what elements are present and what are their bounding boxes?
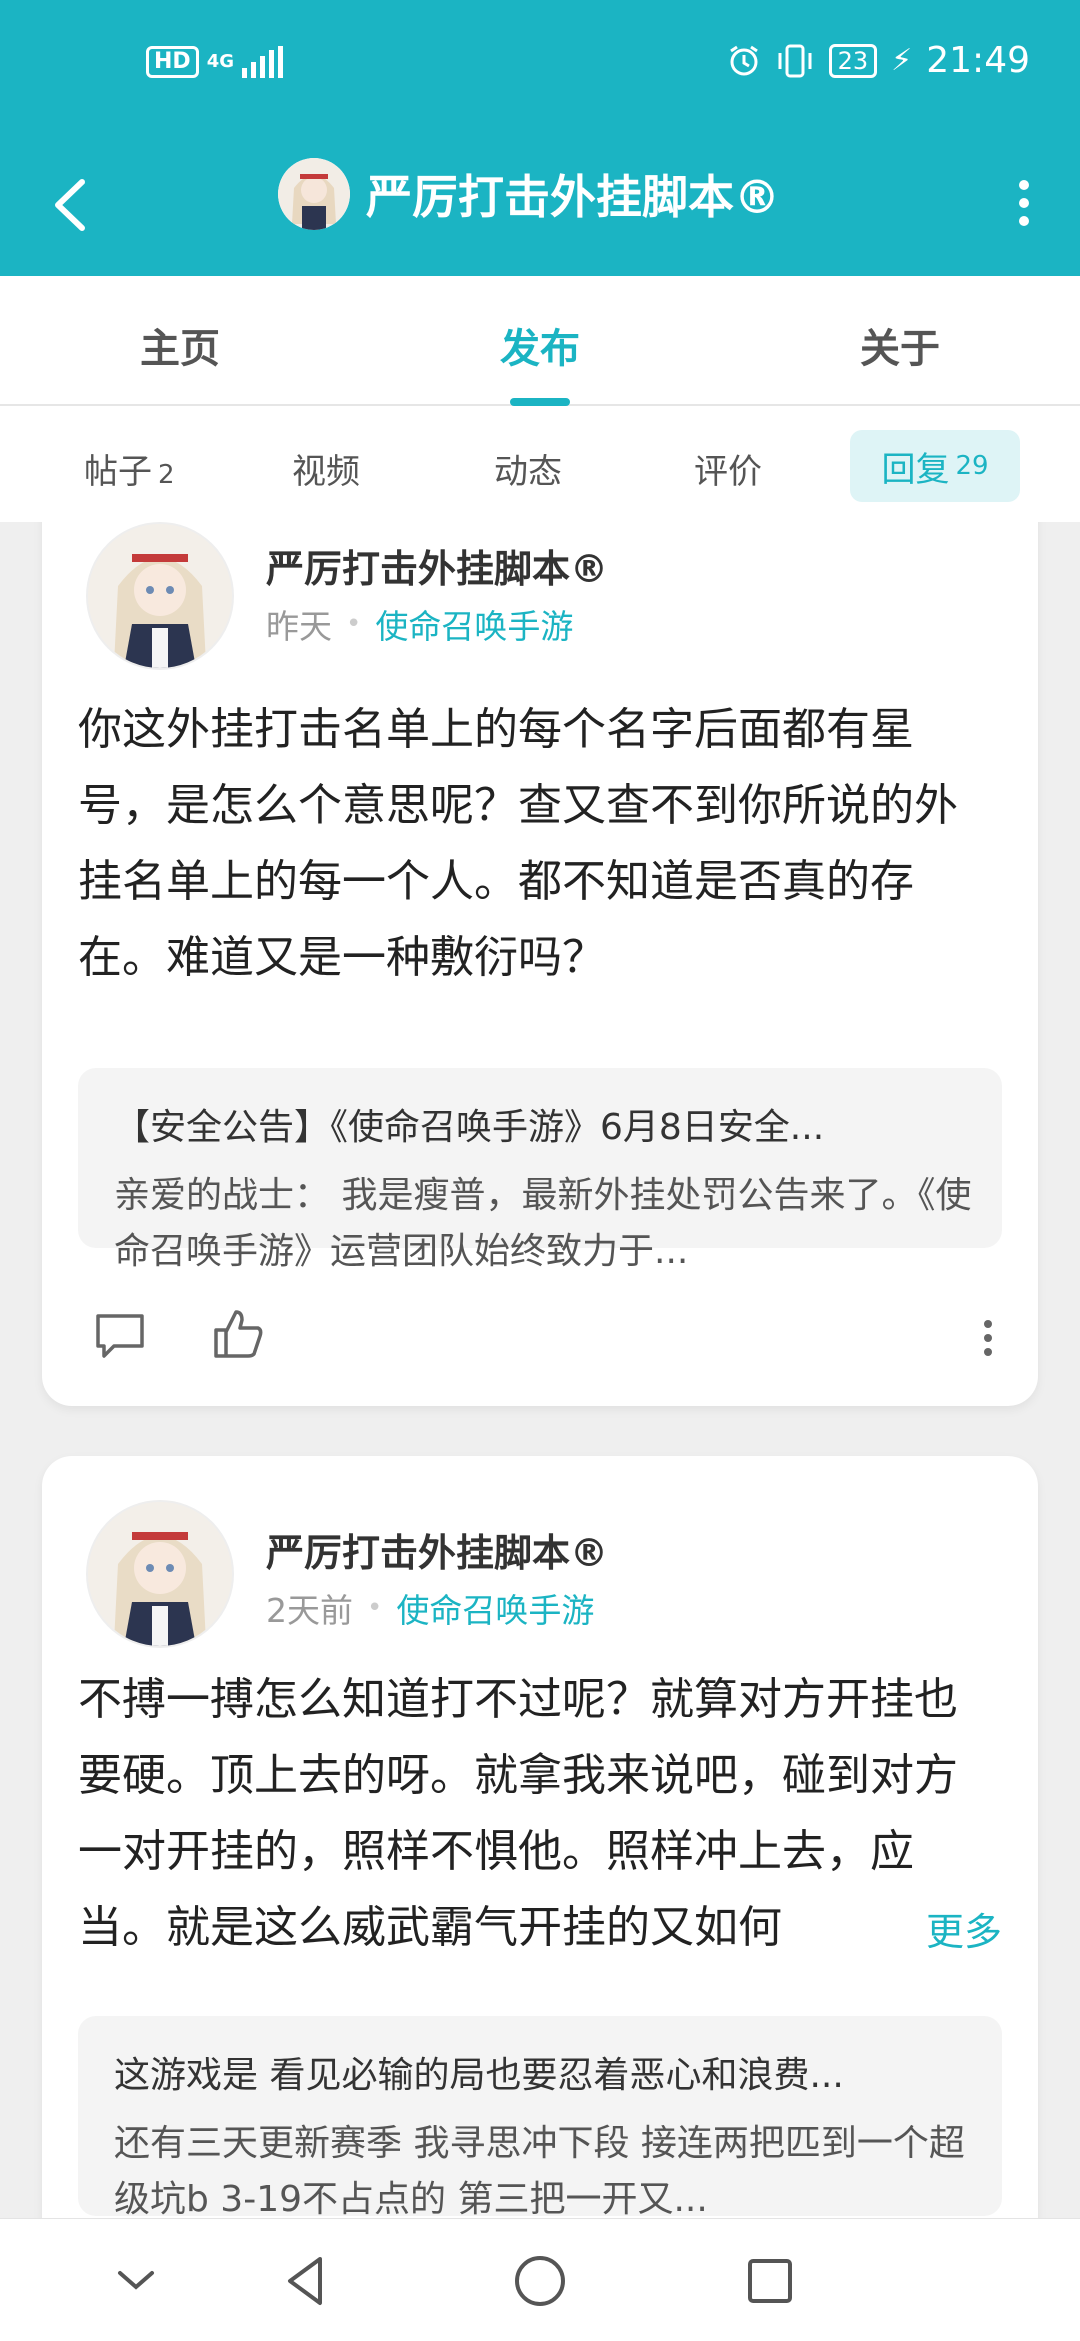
signal-icon [242,46,283,78]
game-tag[interactable]: 使命召唤手游 [396,1584,594,1632]
game-tag[interactable]: 使命召唤手游 [375,600,573,648]
quoted-post[interactable]: 这游戏是 看见必输的局也要忍着恶心和浪费... 还有三天更新赛季 我寻思冲下段 … [78,2016,1002,2218]
subtab-videos[interactable]: 视频 [292,444,360,493]
reply-body[interactable]: 你这外挂打击名单上的每个名字后面都有星号，是怎么个意思呢？查又查不到你所说的外挂… [78,692,998,996]
recents-nav-icon[interactable] [740,2251,800,2311]
expand-more-link[interactable]: 更多 [865,1894,1002,1970]
subtab-replies[interactable]: 回复 29 [850,430,1020,502]
network-indicators: HD 4G [146,46,283,78]
system-indicators: 23 ⚡ 21:49 [727,40,1030,81]
home-nav-icon[interactable] [510,2251,570,2311]
battery-icon: 23 [828,43,878,78]
card-more-icon[interactable] [958,1308,1018,1368]
system-nav-bar [0,2218,1080,2341]
author-avatar[interactable] [86,522,234,670]
subtab-posts[interactable]: 帖子 2 [84,444,175,493]
active-tab-indicator [510,398,570,406]
quoted-post-excerpt: 亲爱的战士： 我是瘦普，最新外挂处罚公告来了。《使命召唤手游》运营团队始终致力于… [114,1175,972,1272]
page-header: 严厉打击外挂脚本® [0,130,1080,276]
tab-about[interactable]: 关于 [860,316,940,374]
subtab-reviews[interactable]: 评价 [694,444,762,493]
hd-icon: HD [146,46,199,78]
chevron-down-icon[interactable] [106,2251,166,2311]
post-time: 2天前 [266,1591,353,1630]
subtab-replies-label: 回复 [881,449,950,490]
quoted-post[interactable]: 【安全公告】《使命召唤手游》6月8日安全... 亲爱的战士： 我是瘦普，最新外挂… [78,1068,1002,1272]
post-meta: 昨天 • 使命召唤手游 [266,600,573,648]
reply-card[interactable]: 严厉打击外挂脚本® 昨天 • 使命召唤手游 你这外挂打击名单上的每个名字后面都有… [42,522,1038,1406]
meta-separator: • [346,609,362,639]
post-time: 昨天 [266,607,332,646]
tab-publish[interactable]: 发布 [500,316,580,374]
author-name[interactable]: 严厉打击外挂脚本® [266,1522,608,1577]
tab-home[interactable]: 主页 [140,316,220,374]
page-title: 严厉打击外挂脚本® [366,170,780,224]
main-tab-bar: 主页 发布 关于 [0,276,1080,406]
user-avatar[interactable] [278,158,350,230]
quoted-post-title: 这游戏是 看见必输的局也要忍着恶心和浪费... [114,2055,844,2096]
back-icon[interactable] [44,170,104,240]
comment-icon[interactable] [90,1306,150,1366]
back-nav-icon[interactable] [278,2251,338,2311]
sub-tab-bar: 帖子 2 视频 动态 评价 回复 29 [0,406,1080,522]
network-type: 4G [206,51,234,72]
quoted-post-excerpt: 还有三天更新赛季 我寻思冲下段 接连两把匹到一个超级坑b 3-19不占点的 第三… [114,2123,965,2218]
charging-icon: ⚡ [891,43,913,78]
more-options-icon[interactable] [1012,168,1036,238]
reply-card[interactable]: 严厉打击外挂脚本® 2天前 • 使命召唤手游 不搏一搏怎么知道打不过呢？就算对方… [42,1456,1038,2218]
status-bar: HD 4G 23 ⚡ 21:49 [0,0,1080,130]
header-title-group: 严厉打击外挂脚本® [278,158,780,230]
vibrate-icon [778,44,812,77]
clock: 21:49 [926,40,1030,81]
reply-feed[interactable]: 严厉打击外挂脚本® 昨天 • 使命召唤手游 你这外挂打击名单上的每个名字后面都有… [0,522,1080,2218]
reply-body[interactable]: 不搏一搏怎么知道打不过呢？就算对方开挂也要硬。顶上去的呀。就拿我来说吧，碰到对方… [78,1662,998,1966]
subtab-replies-count: 29 [955,451,989,481]
author-avatar[interactable] [86,1500,234,1648]
post-meta: 2天前 • 使命召唤手游 [266,1584,594,1632]
subtab-posts-label: 帖子 [84,452,152,492]
like-icon[interactable] [208,1304,268,1364]
author-name[interactable]: 严厉打击外挂脚本® [266,538,608,593]
quoted-post-title: 【安全公告】《使命召唤手游》6月8日安全... [114,1107,825,1148]
alarm-icon [729,45,758,75]
app-bar: HD 4G 23 ⚡ 21:49 严厉打击外挂脚本® [0,0,1080,276]
subtab-posts-count: 2 [158,460,175,490]
subtab-moments[interactable]: 动态 [494,444,562,493]
meta-separator: • [367,1593,383,1623]
